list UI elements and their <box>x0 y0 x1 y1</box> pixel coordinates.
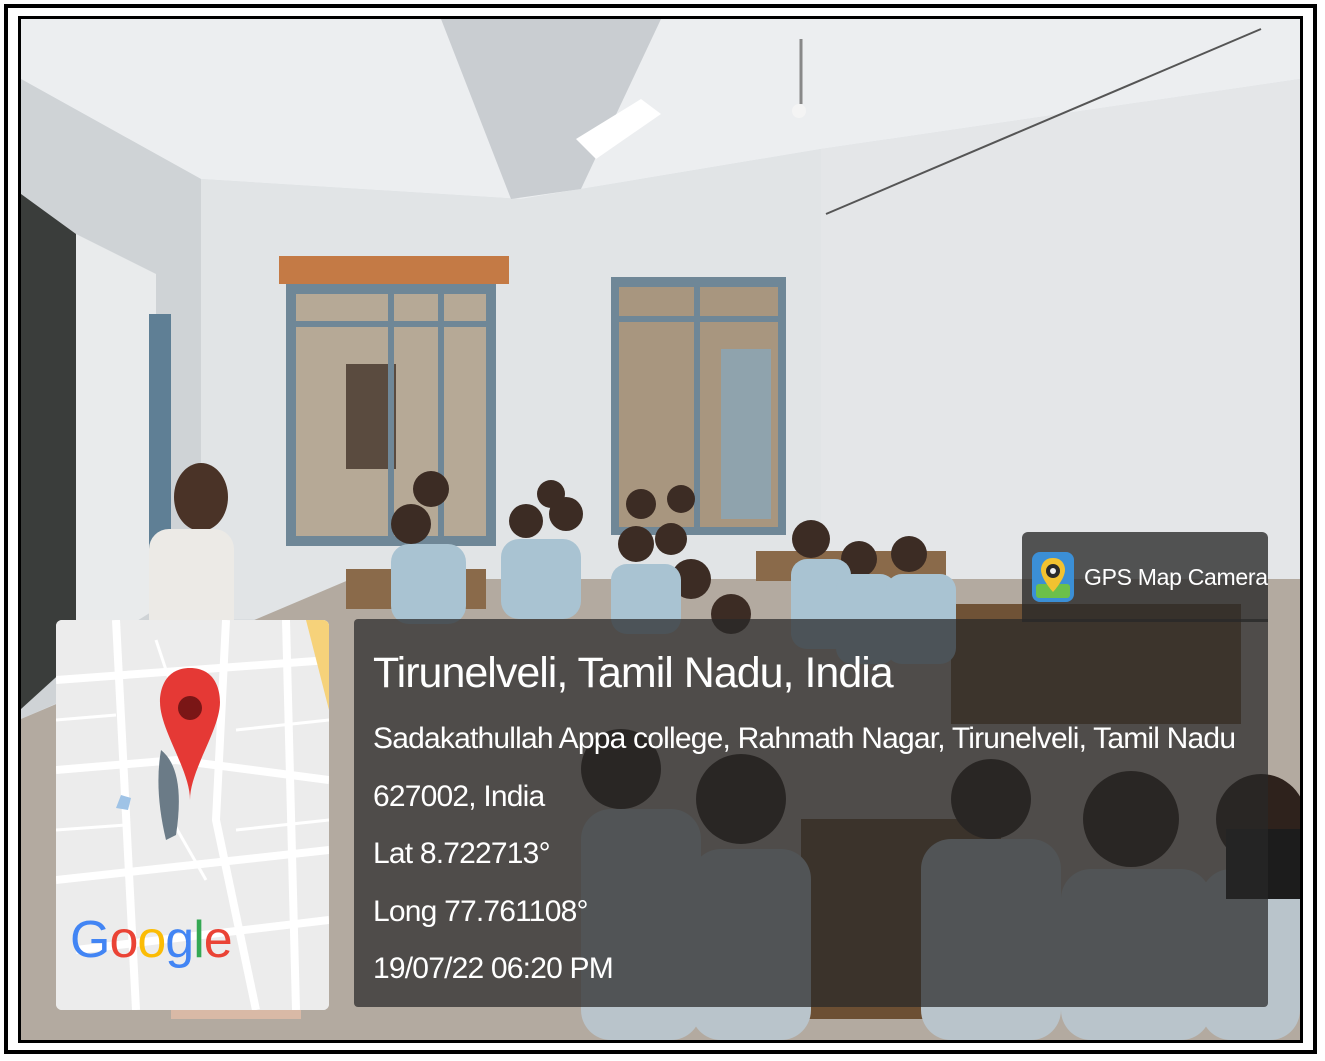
photo-frame: Google GPS Map Camera Tirunelveli, Tamil… <box>18 16 1303 1043</box>
gps-map-camera-icon <box>1032 552 1074 602</box>
google-logo-letter: l <box>193 911 205 969</box>
gps-map-camera-badge: GPS Map Camera <box>1022 532 1268 622</box>
longitude-text: Long 77.761108° <box>373 895 588 928</box>
location-info-panel: Tirunelveli, Tamil Nadu, India Sadakathu… <box>354 619 1268 1007</box>
map-thumbnail: Google <box>56 620 329 1010</box>
google-logo-letter: e <box>203 911 233 969</box>
google-logo: Google <box>70 910 233 970</box>
location-title: Tirunelveli, Tamil Nadu, India <box>373 649 894 697</box>
google-logo-letter: o <box>109 911 138 969</box>
google-logo-letter: g <box>165 911 194 969</box>
datetime-text: 19/07/22 06:20 PM <box>373 952 614 985</box>
google-logo-letter: o <box>137 911 166 969</box>
address-line-1: Sadakathullah Appa college, Rahmath Naga… <box>373 722 1236 755</box>
app-name-label: GPS Map Camera <box>1084 563 1268 590</box>
google-logo-letter: G <box>70 911 110 969</box>
latitude-text: Lat 8.722713° <box>373 837 551 870</box>
address-line-2: 627002, India <box>373 780 545 813</box>
